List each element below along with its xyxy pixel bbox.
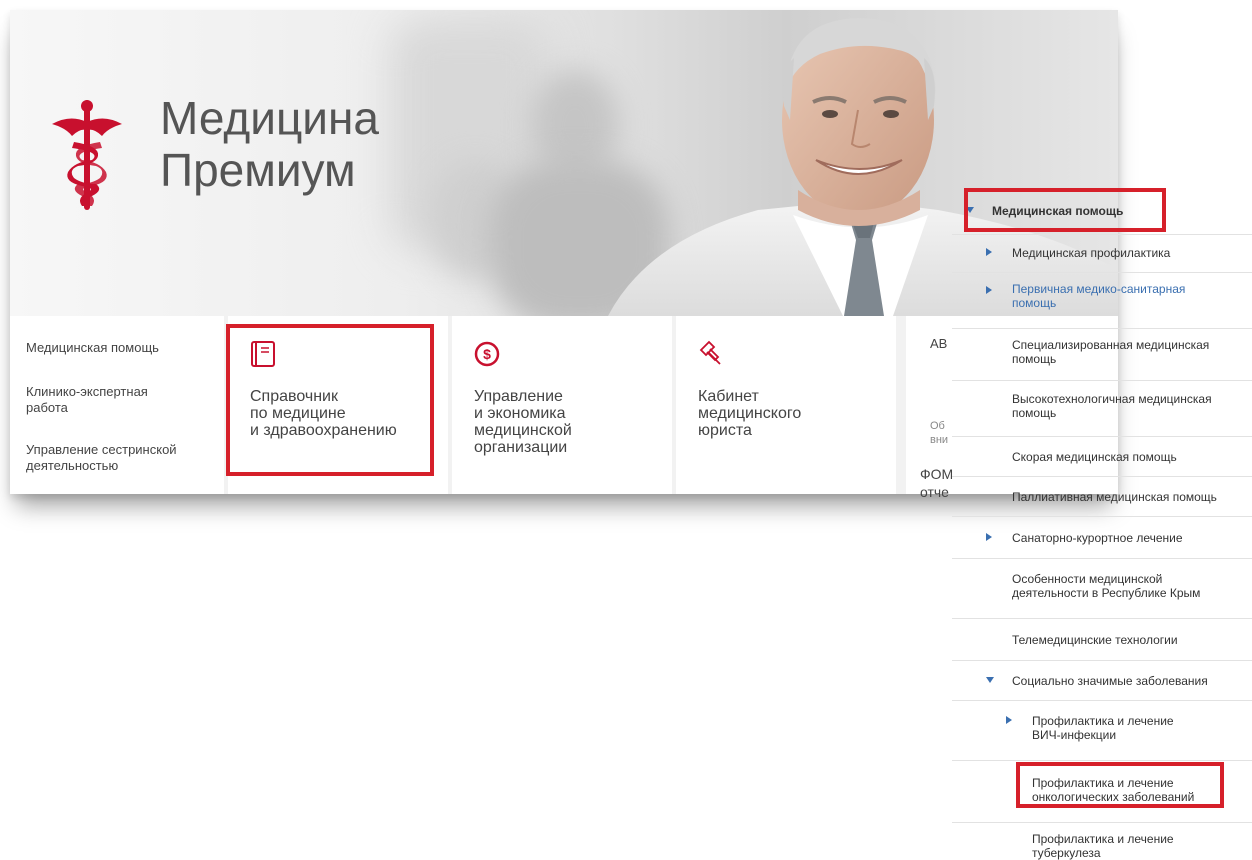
chevron-right-icon bbox=[1006, 716, 1012, 724]
chevron-down-icon bbox=[966, 207, 974, 213]
sidebar-item-label: Скорая медицинская помощь bbox=[1012, 450, 1177, 464]
sidebar-item-label: Медицинская профилактика bbox=[1012, 246, 1171, 260]
sidebar-item-emergency[interactable]: Скорая медицинская помощь bbox=[952, 436, 1252, 477]
sidebar-item-hiv[interactable]: Профилактика и лечение ВИЧ-инфекции bbox=[952, 700, 1252, 761]
sidebar-item-high-tech[interactable]: Высокотехнологичная медицинская помощь bbox=[952, 380, 1252, 437]
stub-text-5: отче bbox=[920, 484, 949, 500]
dollar-circle-icon: $ bbox=[474, 341, 500, 367]
stub-text-1: АВ bbox=[930, 336, 948, 351]
left-menu-item-clinical-expert[interactable]: Клинико-экспертная работа bbox=[26, 384, 176, 416]
caduceus-logo-icon bbox=[52, 100, 122, 210]
tile-handbook-label: Справочник по медицине и здравоохранению bbox=[250, 388, 397, 439]
tile-management-label: Управление и экономика медицинской орган… bbox=[474, 388, 572, 456]
book-icon bbox=[251, 341, 275, 367]
sidebar-item-label: Санаторно-курортное лечение bbox=[1012, 531, 1183, 545]
brand-line-1: Медицина bbox=[160, 92, 379, 144]
chevron-right-icon bbox=[986, 286, 992, 294]
stub-text-3: вни bbox=[930, 434, 949, 446]
sidebar-item-label: Паллиативная медицинская помощь bbox=[1012, 490, 1217, 504]
brand-title[interactable]: Медицина Премиум bbox=[160, 92, 379, 196]
stub-text-4: ФОМ bbox=[920, 466, 954, 482]
sidebar-item-medical-care[interactable]: Медицинская помощь bbox=[952, 186, 1252, 235]
sidebar-item-crimea[interactable]: Особенности медицинской деятельности в Р… bbox=[952, 558, 1252, 619]
sidebar-item-oncology[interactable]: Профилактика и лечение онкологических за… bbox=[952, 760, 1252, 823]
sidebar-item-label: Особенности медицинской деятельности в Р… bbox=[1012, 572, 1201, 600]
sidebar-item-tuberculosis[interactable]: Профилактика и лечение туберкулеза bbox=[952, 822, 1252, 860]
tile-lawyer[interactable]: Кабинет медицинского юриста bbox=[676, 316, 896, 494]
sidebar-item-label: Медицинская помощь bbox=[992, 204, 1124, 218]
sidebar-item-social-diseases[interactable]: Социально значимые заболевания bbox=[952, 660, 1252, 701]
stub-text-2: Об bbox=[930, 420, 945, 432]
sidebar-item-label: Телемедицинские технологии bbox=[1012, 633, 1178, 647]
sidebar-item-label: Специализированная медицинская помощь bbox=[1012, 338, 1210, 366]
brand-line-2: Премиум bbox=[160, 144, 356, 196]
left-menu-item-medical-care[interactable]: Медицинская помощь bbox=[26, 340, 216, 356]
sidebar-item-primary-care[interactable]: Первичная медико-санитарная помощь bbox=[952, 272, 1252, 329]
sidebar-item-prevention[interactable]: Медицинская профилактика bbox=[952, 234, 1252, 273]
sidebar-item-specialized[interactable]: Специализированная медицинская помощь bbox=[952, 328, 1252, 381]
sidebar-item-label: Первичная медико-санитарная помощь bbox=[1012, 282, 1186, 310]
svg-text:$: $ bbox=[483, 346, 491, 362]
tile-lawyer-label: Кабинет медицинского юриста bbox=[698, 388, 802, 439]
tile-handbook[interactable]: Справочник по медицине и здравоохранению bbox=[228, 316, 448, 494]
sidebar-item-label: Социально значимые заболевания bbox=[1012, 674, 1208, 688]
gavel-icon bbox=[699, 340, 721, 365]
chevron-right-icon bbox=[986, 533, 992, 541]
sidebar-item-label: Профилактика и лечение туберкулеза bbox=[1032, 832, 1174, 860]
sidebar-item-sanatorium[interactable]: Санаторно-курортное лечение bbox=[952, 516, 1252, 559]
sidebar-item-label: Высокотехнологичная медицинская помощь bbox=[1012, 392, 1212, 420]
sidebar-item-palliative[interactable]: Паллиативная медицинская помощь bbox=[952, 476, 1252, 517]
sidebar-item-label: Профилактика и лечение ВИЧ-инфекции bbox=[1032, 714, 1174, 742]
chevron-down-icon bbox=[986, 677, 994, 683]
left-menu: Медицинская помощь Клинико-экспертная ра… bbox=[10, 316, 224, 494]
chevron-right-icon bbox=[986, 248, 992, 256]
tile-management[interactable]: $ Управление и экономика медицинской орг… bbox=[452, 316, 672, 494]
sidebar-item-telemedicine[interactable]: Телемедицинские технологии bbox=[952, 618, 1252, 661]
sidebar-item-label: Профилактика и лечение онкологических за… bbox=[1032, 776, 1195, 804]
left-menu-item-nursing[interactable]: Управление сестринской деятельностью bbox=[26, 442, 216, 474]
